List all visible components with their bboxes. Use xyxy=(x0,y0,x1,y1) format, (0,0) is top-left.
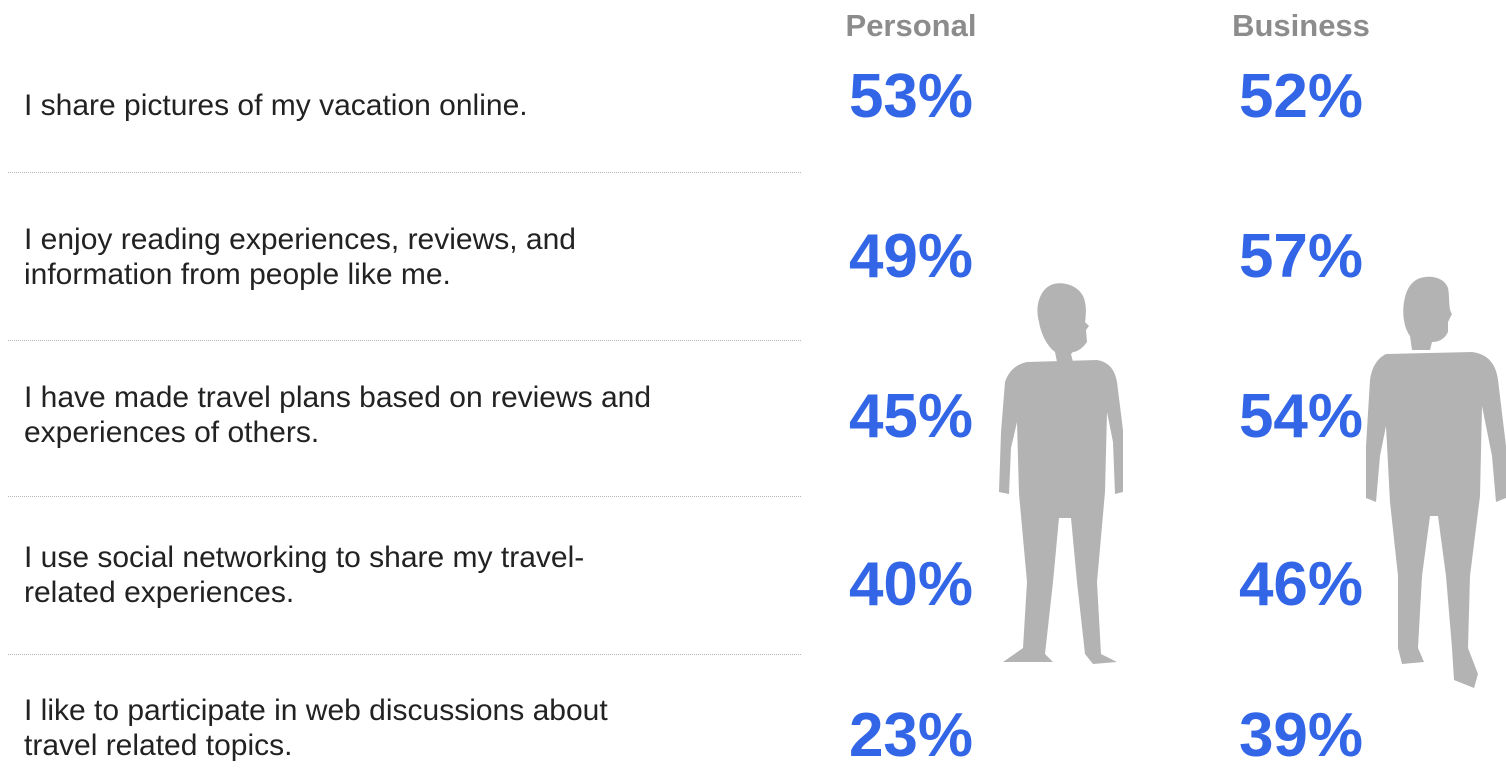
business-value-5: 39% xyxy=(1238,701,1364,770)
row-label-3: I have made travel plans based on review… xyxy=(24,381,652,449)
row-label-4: I use social networking to share my trav… xyxy=(24,541,585,609)
column-header-personal: Personal xyxy=(845,8,977,43)
personal-value-3: 45% xyxy=(848,382,974,451)
row-label-5: I like to participate in web discussions… xyxy=(24,694,608,762)
row-divider xyxy=(8,496,801,497)
column-header-business: Business xyxy=(1232,8,1370,43)
personal-value-1: 53% xyxy=(848,62,974,131)
business-value-1: 52% xyxy=(1238,62,1364,131)
row-divider xyxy=(8,340,801,341)
row-label-1: I share pictures of my vacation online. xyxy=(24,89,528,122)
businessman-silhouette-icon xyxy=(1366,276,1506,688)
personal-value-2: 49% xyxy=(848,222,974,291)
casual-person-silhouette-icon xyxy=(999,283,1123,664)
personal-value-4: 40% xyxy=(848,550,974,619)
row-divider xyxy=(8,654,801,655)
row-divider xyxy=(8,172,801,173)
personal-value-5: 23% xyxy=(848,701,974,770)
row-label-2: I enjoy reading experiences, reviews, an… xyxy=(24,223,576,291)
